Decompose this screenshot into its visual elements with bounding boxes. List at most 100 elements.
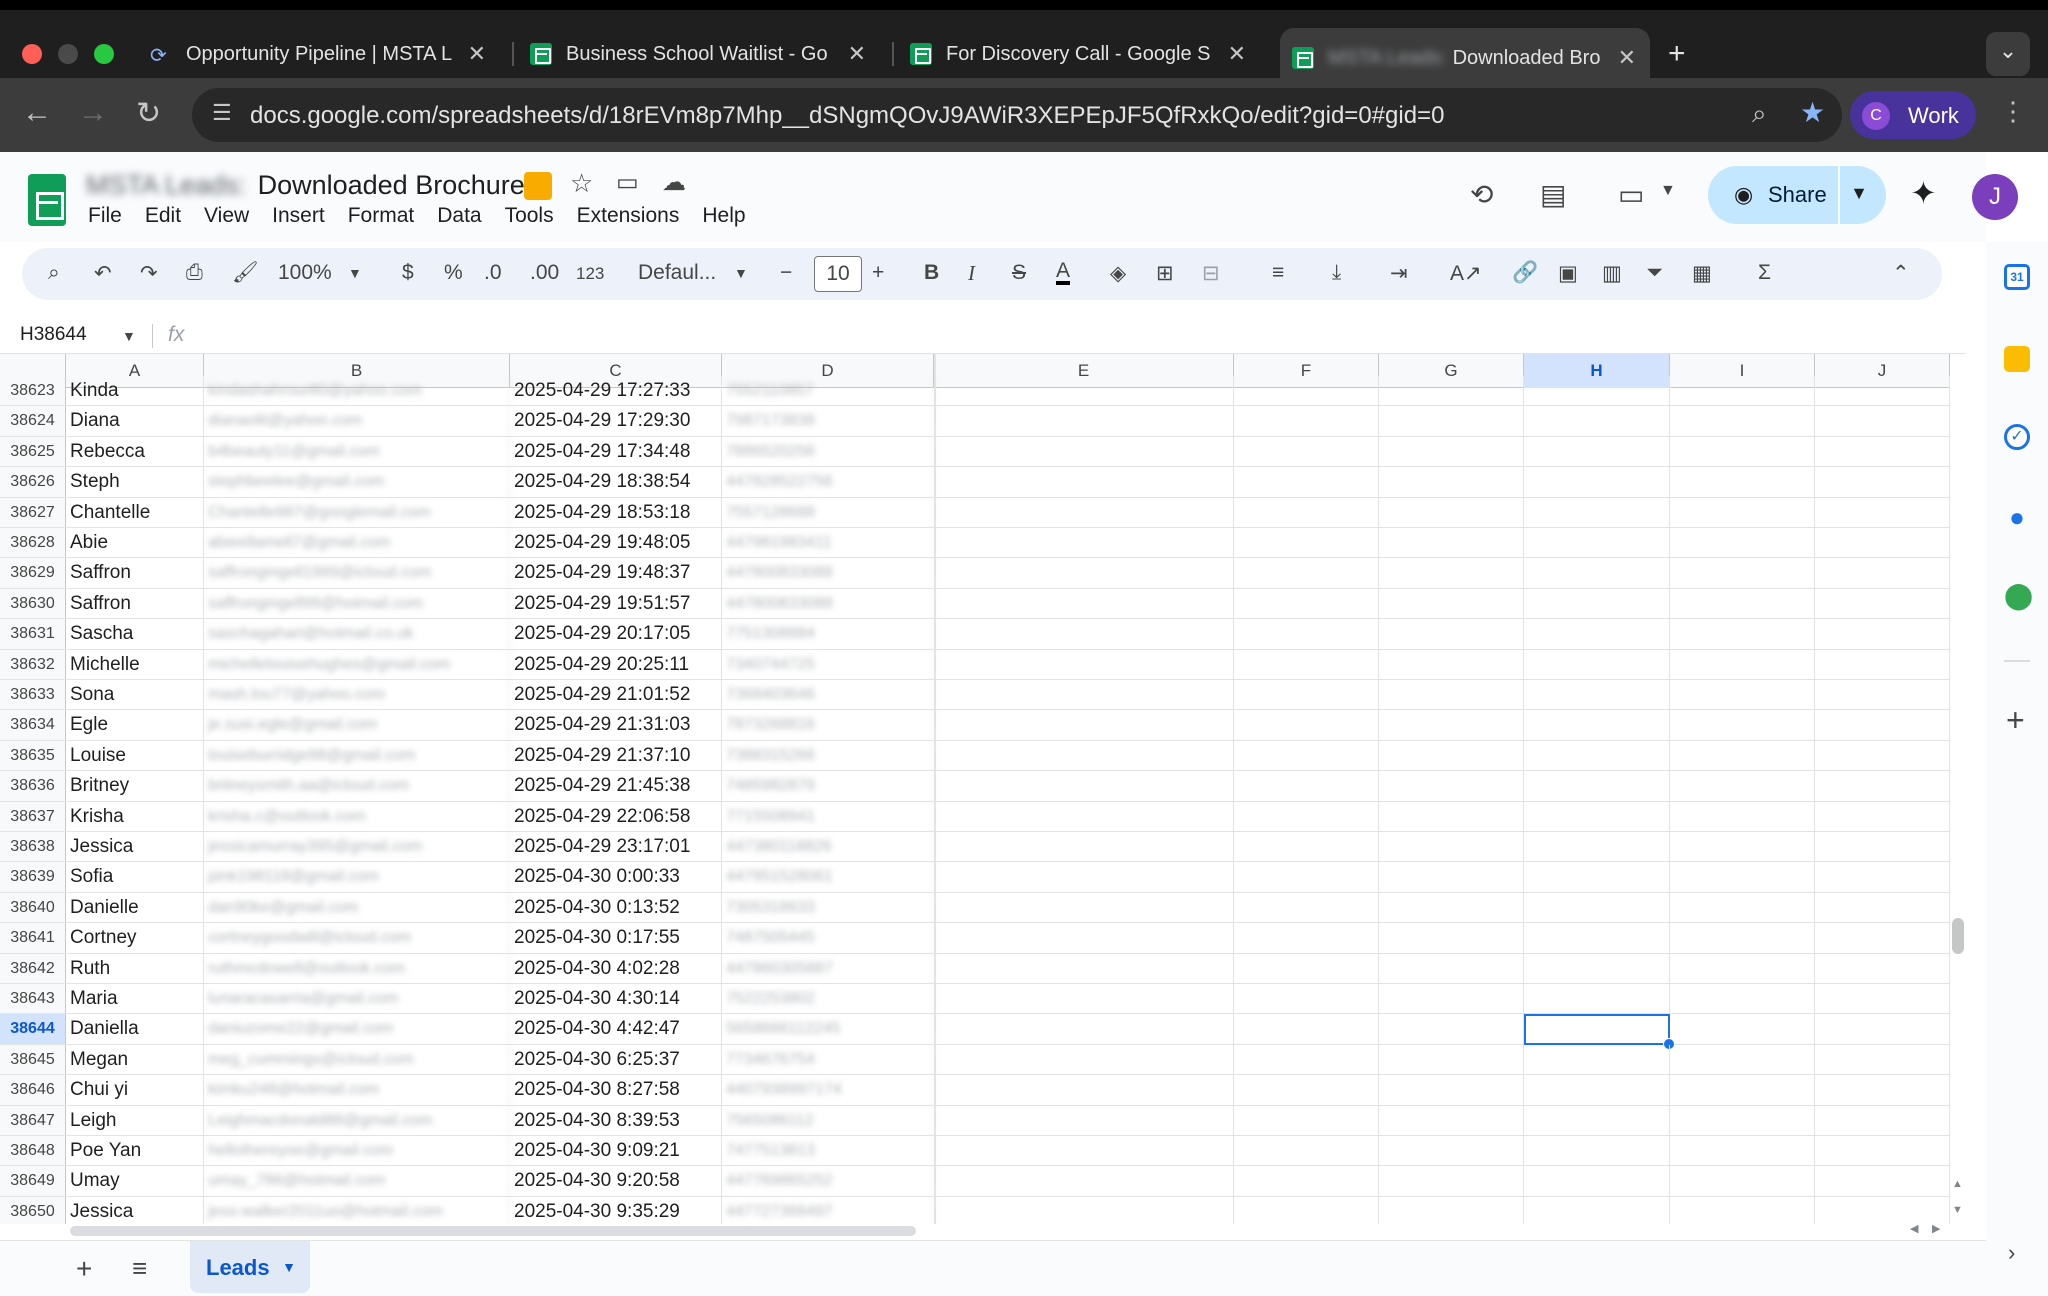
sheets-logo-icon[interactable]	[28, 174, 66, 226]
browser-tab-opportunity-pipeline[interactable]: ⟳ Opportunity Pipeline | MSTA L ✕	[150, 28, 500, 80]
empty-cell[interactable]	[1234, 984, 1379, 1014]
cell-c[interactable]: 2025-04-29 21:31:03	[510, 710, 722, 740]
cell-b[interactable]: pink198118@gmail.com	[204, 862, 510, 892]
app-script-badge-icon[interactable]	[524, 172, 552, 200]
empty-cell[interactable]	[934, 923, 1234, 953]
cell-b[interactable]: mash.lou77@yahoo.com	[204, 680, 510, 710]
cell-b[interactable]: saffrongingell99@hotmail.com	[204, 588, 510, 619]
insert-link-icon[interactable]: 🔗	[1512, 261, 1538, 285]
empty-cell[interactable]	[1670, 801, 1815, 831]
cell-a[interactable]: Krisha	[66, 801, 204, 831]
cell-a[interactable]: Chui yi	[66, 1075, 204, 1105]
empty-cell[interactable]	[934, 892, 1234, 923]
cell-c[interactable]: 2025-04-30 6:25:37	[510, 1044, 722, 1075]
cell-c[interactable]: 2025-04-29 20:17:05	[510, 619, 722, 649]
new-tab-button[interactable]: +	[1668, 28, 1708, 80]
vertical-align-icon[interactable]: ⤓	[1332, 261, 1341, 285]
empty-cell[interactable]	[934, 984, 1234, 1014]
cell-a[interactable]: Jessica	[66, 1196, 204, 1224]
empty-cell[interactable]	[1815, 710, 1950, 740]
meet-camera-icon[interactable]: ▭	[1618, 178, 1644, 211]
empty-cell[interactable]	[934, 1166, 1234, 1196]
empty-cell[interactable]	[1234, 771, 1379, 801]
empty-cell[interactable]	[1670, 984, 1815, 1014]
empty-cell[interactable]	[1670, 406, 1815, 436]
decrease-decimal-button[interactable]: .0	[484, 261, 502, 285]
empty-cell[interactable]	[1524, 649, 1670, 679]
empty-cell[interactable]	[1234, 558, 1379, 588]
cell-b[interactable]: kindashahrour80@yahoo.com	[204, 376, 510, 406]
empty-cell[interactable]	[1524, 376, 1670, 406]
empty-cell[interactable]	[934, 497, 1234, 527]
empty-cell[interactable]	[1815, 376, 1950, 406]
empty-cell[interactable]	[1234, 619, 1379, 649]
empty-cell[interactable]	[1234, 953, 1379, 983]
cell-a[interactable]: Cortney	[66, 923, 204, 953]
font-size-input[interactable]: 10	[814, 256, 862, 292]
menu-extensions[interactable]: Extensions	[577, 204, 680, 228]
empty-cell[interactable]	[1234, 588, 1379, 619]
cell-c[interactable]: 2025-04-30 4:30:14	[510, 984, 722, 1014]
empty-cell[interactable]	[1670, 923, 1815, 953]
empty-cell[interactable]	[1670, 771, 1815, 801]
cell-b[interactable]: michellelouisehughes@gmail.com	[204, 649, 510, 679]
empty-cell[interactable]	[1524, 710, 1670, 740]
cell-c[interactable]: 2025-04-30 8:39:53	[510, 1105, 722, 1135]
empty-cell[interactable]	[1815, 588, 1950, 619]
cell-a[interactable]: Britney	[66, 771, 204, 801]
empty-cell[interactable]	[1524, 771, 1670, 801]
keep-icon[interactable]	[2004, 346, 2030, 372]
empty-cell[interactable]	[1815, 528, 1950, 558]
row-header[interactable]: 38647	[0, 1105, 66, 1135]
decrease-font-size-icon[interactable]: −	[780, 261, 792, 285]
empty-cell[interactable]	[1379, 1075, 1524, 1105]
empty-cell[interactable]	[1524, 801, 1670, 831]
row-header[interactable]: 38624	[0, 406, 66, 436]
version-history-icon[interactable]: ⟲	[1470, 178, 1493, 211]
functions-button[interactable]: Σ	[1758, 261, 1771, 285]
empty-cell[interactable]	[1379, 801, 1524, 831]
cell-d[interactable]: 7552110857	[722, 376, 934, 406]
empty-cell[interactable]	[1815, 497, 1950, 527]
empty-cell[interactable]	[934, 1075, 1234, 1105]
empty-cell[interactable]	[1524, 1196, 1670, 1224]
cell-c[interactable]: 2025-04-30 8:27:58	[510, 1075, 722, 1105]
row-header[interactable]: 38625	[0, 436, 66, 467]
cell-d[interactable]: 5658666112245	[722, 1014, 934, 1044]
empty-cell[interactable]	[1379, 558, 1524, 588]
empty-cell[interactable]	[934, 528, 1234, 558]
print-icon[interactable]: ⎙	[186, 261, 203, 285]
cell-d[interactable]: 7734676754	[722, 1044, 934, 1075]
browser-menu-icon[interactable]: ⋮	[2000, 96, 2026, 127]
empty-cell[interactable]	[1234, 1105, 1379, 1135]
empty-cell[interactable]	[1815, 1136, 1950, 1166]
zoom-select[interactable]: 100%	[278, 261, 332, 285]
cell-d[interactable]: 7340744725	[722, 649, 934, 679]
increase-font-size-icon[interactable]: +	[872, 261, 884, 285]
empty-cell[interactable]	[934, 1196, 1234, 1224]
scroll-right-arrow-icon[interactable]: ▶	[1932, 1222, 1940, 1235]
empty-cell[interactable]	[1670, 1136, 1815, 1166]
row-header[interactable]: 38623	[0, 376, 66, 406]
cell-b[interactable]: lunaracasarria@gmail.com	[204, 984, 510, 1014]
zoom-dropdown-icon[interactable]: ▼	[348, 265, 362, 281]
empty-cell[interactable]	[934, 680, 1234, 710]
cell-c[interactable]: 2025-04-30 0:13:52	[510, 892, 722, 923]
empty-cell[interactable]	[1379, 832, 1524, 862]
empty-cell[interactable]	[1234, 1136, 1379, 1166]
empty-cell[interactable]	[1815, 436, 1950, 467]
empty-cell[interactable]	[1379, 406, 1524, 436]
cell-c[interactable]: 2025-04-30 0:17:55	[510, 923, 722, 953]
empty-cell[interactable]	[934, 619, 1234, 649]
cell-d[interactable]: 7987173838	[722, 406, 934, 436]
empty-cell[interactable]	[934, 771, 1234, 801]
row-header[interactable]: 38649	[0, 1166, 66, 1196]
empty-cell[interactable]	[1524, 1075, 1670, 1105]
empty-cell[interactable]	[934, 588, 1234, 619]
empty-cell[interactable]	[1670, 436, 1815, 467]
cell-a[interactable]: Megan	[66, 1044, 204, 1075]
cell-a[interactable]: Egle	[66, 710, 204, 740]
empty-cell[interactable]	[1379, 1166, 1524, 1196]
empty-cell[interactable]	[1379, 892, 1524, 923]
empty-cell[interactable]	[1815, 649, 1950, 679]
